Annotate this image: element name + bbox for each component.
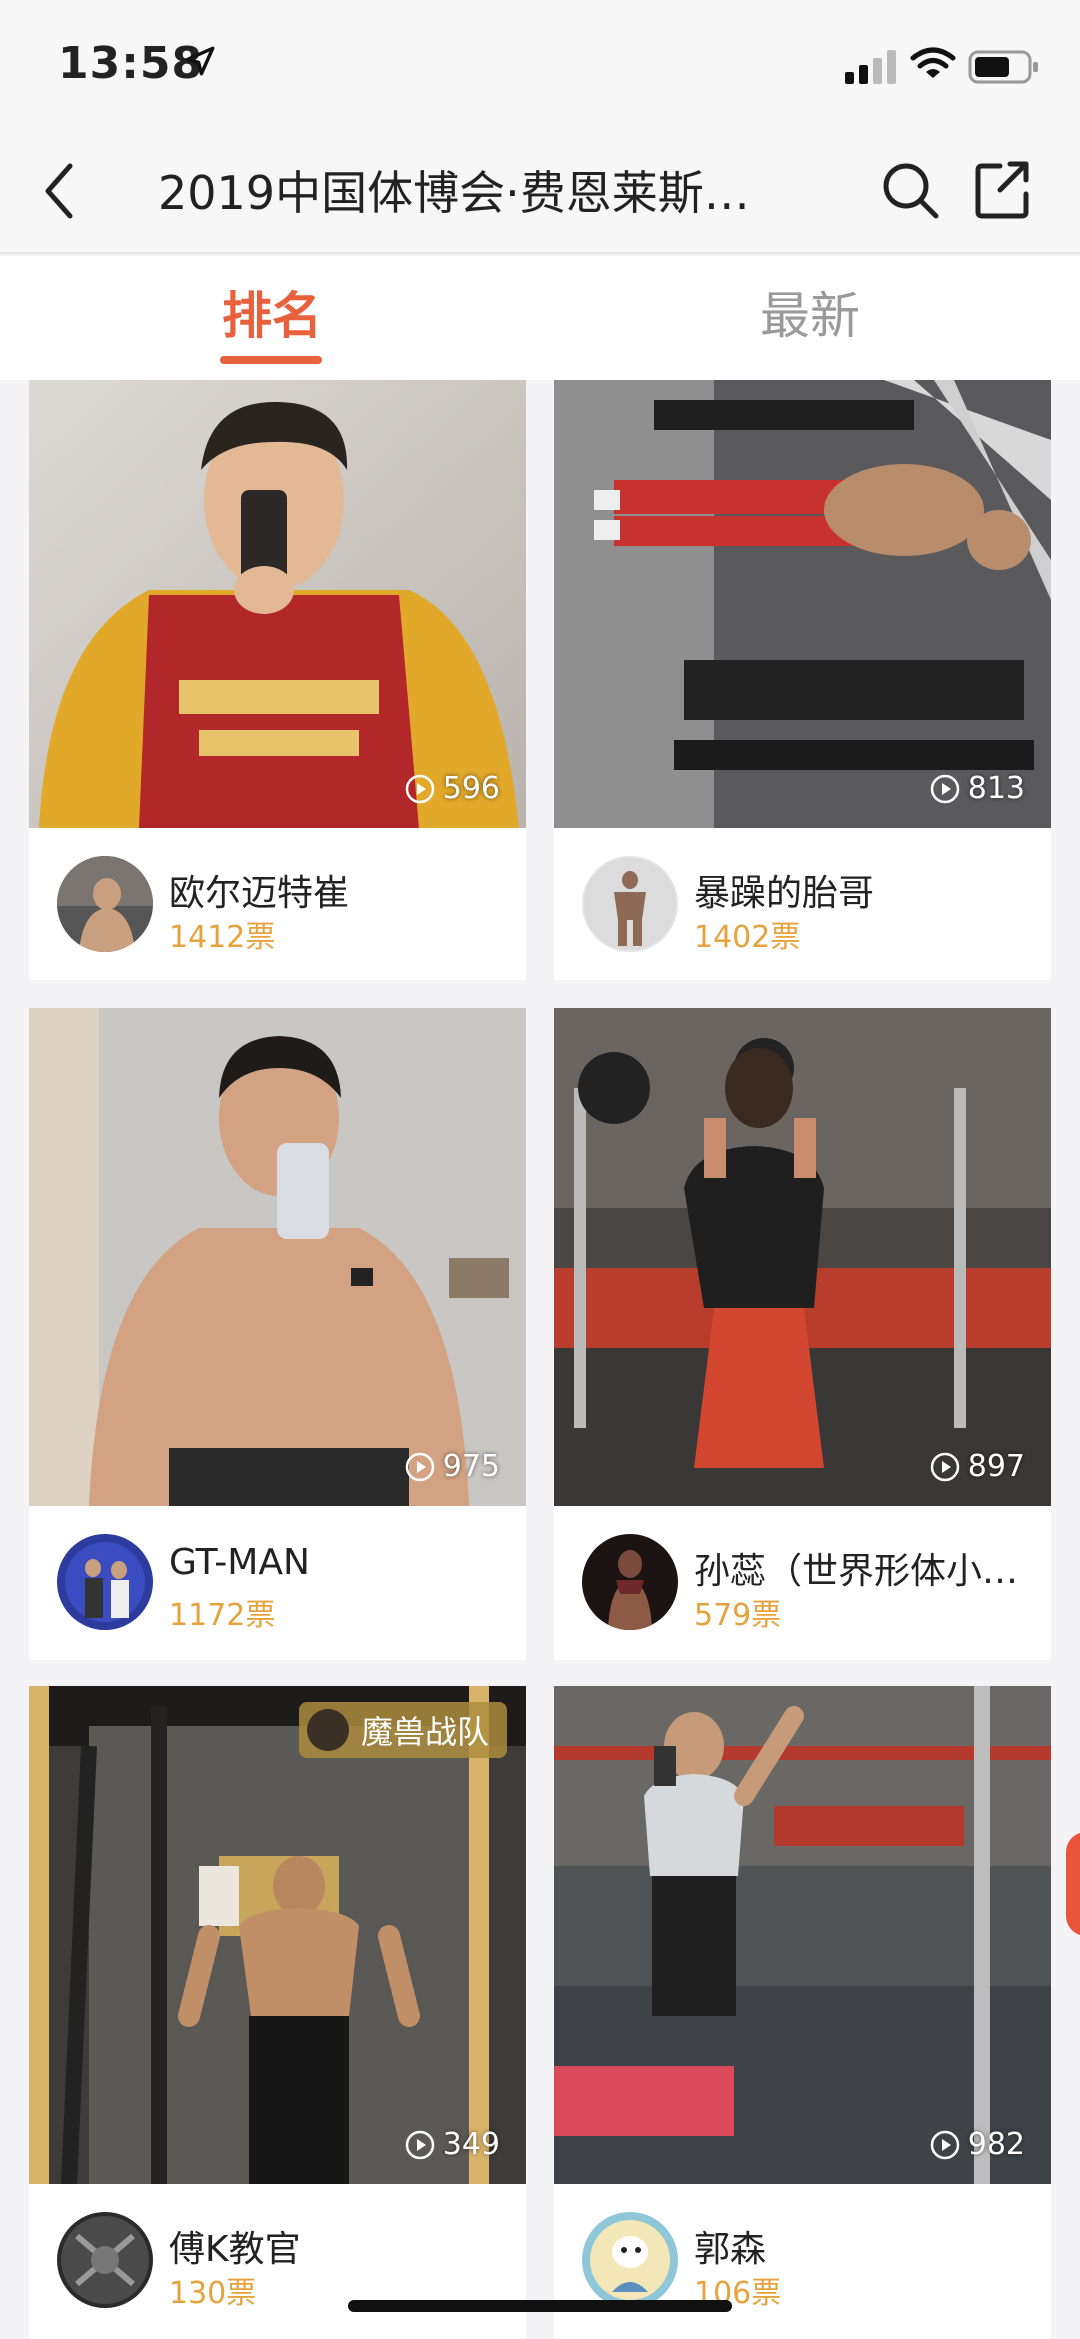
back-arrow-icon[interactable] [40,160,80,222]
user-name[interactable]: 傅K教官 [169,2220,509,2272]
user-name[interactable]: 孙蕊（世界形体小… [694,1542,1034,1594]
play-count: 596 [405,771,500,806]
card-info: 暴躁的胎哥 1402票 [554,828,1051,978]
video-card[interactable]: 897 孙蕊（世界形体小… 579票 [554,1008,1051,1660]
tab-active-indicator [220,356,322,364]
avatar[interactable] [57,856,153,952]
play-count: 813 [930,771,1025,806]
play-icon [930,2130,959,2159]
status-bar: 13:58 [0,0,1080,130]
avatar[interactable] [57,1534,153,1630]
play-count: 975 [405,1449,500,1484]
home-indicator[interactable] [348,2300,732,2312]
avatar[interactable] [582,2212,678,2308]
user-name[interactable]: 暴躁的胎哥 [694,864,1034,916]
avatar[interactable] [582,1534,678,1630]
team-badge[interactable]: 魔兽战队 [299,1702,508,1758]
team-badge-label: 魔兽战队 [361,1713,490,1751]
vote-count: 1402票 [694,920,801,955]
vote-count: 1172票 [169,1598,276,1633]
play-count: 982 [930,2127,1025,2162]
video-grid: 596 欧尔迈特崔 1412票 813 暴躁的胎哥 1402票 975 GT-M… [0,380,1080,2339]
card-info: 孙蕊（世界形体小… 579票 [554,1506,1051,1656]
video-thumbnail[interactable]: 596 [29,380,526,828]
video-card[interactable]: 982 郭森 106票 [554,1686,1051,2339]
video-card[interactable]: 975 GT-MAN 1172票 [29,1008,526,1660]
avatar[interactable] [582,856,678,952]
card-info: GT-MAN 1172票 [29,1506,526,1656]
play-icon [405,2130,434,2159]
team-logo-icon [307,1709,349,1751]
location-arrow-icon [185,46,215,76]
user-name[interactable]: 郭森 [694,2220,1034,2272]
video-card[interactable]: 596 欧尔迈特崔 1412票 [29,380,526,980]
video-thumbnail[interactable]: 813 [554,380,1051,828]
tab-bar: 排名 最新 [0,256,1080,380]
play-count-value: 349 [442,2127,500,2162]
play-count: 349 [405,2127,500,2162]
share-icon[interactable] [974,158,1030,220]
play-count-value: 982 [967,2127,1025,2162]
nav-bar: 2019中国体博会·费恩莱斯… [0,130,1080,254]
play-count-value: 897 [967,1449,1025,1484]
search-icon[interactable] [880,160,940,220]
play-count-value: 975 [442,1449,500,1484]
play-icon [930,1452,959,1481]
battery-icon [968,50,1038,84]
play-count-value: 813 [967,771,1025,806]
avatar[interactable] [57,2212,153,2308]
wifi-icon [910,47,956,78]
status-time: 13:58 [58,38,204,89]
user-name[interactable]: 欧尔迈特崔 [169,864,509,916]
play-icon [405,774,434,803]
video-thumbnail[interactable]: 975 [29,1008,526,1506]
play-icon [930,774,959,803]
play-count: 897 [930,1449,1025,1484]
user-name[interactable]: GT-MAN [169,1542,509,1583]
video-thumbnail[interactable]: 897 [554,1008,1051,1506]
tab-latest[interactable]: 最新 [660,276,960,356]
vote-count: 1412票 [169,920,276,955]
play-count-value: 596 [442,771,500,806]
vote-count: 579票 [694,1598,782,1633]
play-icon [405,1452,434,1481]
video-thumbnail[interactable]: 魔兽战队 349 [29,1686,526,2184]
page-title: 2019中国体博会·费恩莱斯… [158,166,750,220]
video-card[interactable]: 813 暴躁的胎哥 1402票 [554,380,1051,980]
tab-ranking[interactable]: 排名 [122,276,422,356]
video-card[interactable]: 魔兽战队 349 傅K教官 130票 [29,1686,526,2339]
vote-count: 130票 [169,2276,257,2311]
card-info: 欧尔迈特崔 1412票 [29,828,526,978]
floating-action-button[interactable] [1066,1832,1080,1936]
cellular-signal-icon [845,50,896,84]
video-thumbnail[interactable]: 982 [554,1686,1051,2184]
